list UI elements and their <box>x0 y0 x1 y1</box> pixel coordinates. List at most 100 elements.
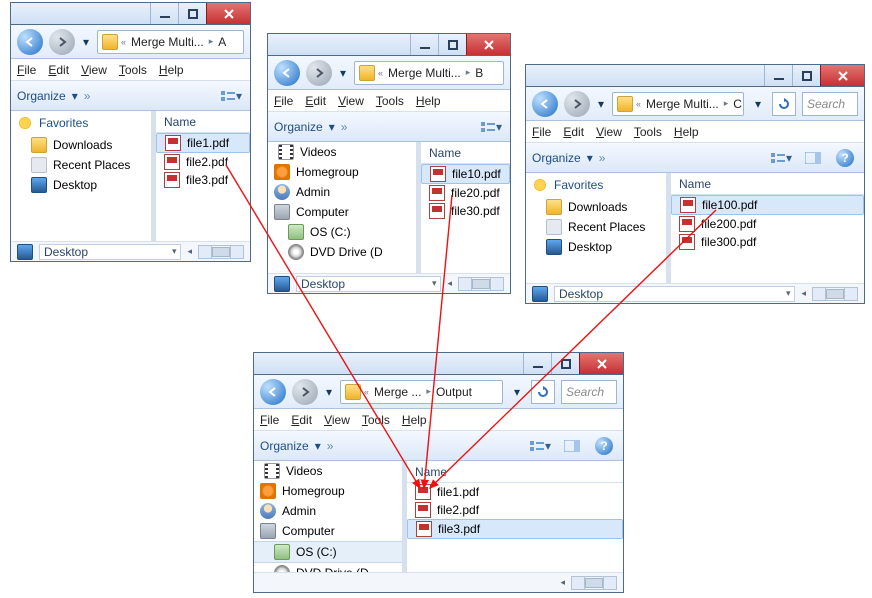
nav-drive[interactable]: OS (C:) <box>296 545 337 559</box>
menu-file[interactable]: File <box>17 63 36 77</box>
nav-history-dropdown[interactable]: ▾ <box>596 97 606 111</box>
location-combo[interactable]: Desktop▾ <box>39 244 181 260</box>
nav-group-favorites[interactable]: Favorites <box>39 116 88 130</box>
hscrollbar[interactable] <box>571 576 617 590</box>
help-button[interactable]: ? <box>591 435 617 457</box>
nav-history-dropdown[interactable]: ▾ <box>338 66 348 80</box>
close-button[interactable] <box>579 353 623 374</box>
file-item[interactable]: file300.pdf <box>671 233 864 251</box>
nav-admin[interactable]: Admin <box>282 504 316 518</box>
search-input[interactable]: Search <box>561 380 617 404</box>
nav-recent[interactable]: Recent Places <box>568 220 645 234</box>
file-item[interactable]: file2.pdf <box>407 501 623 519</box>
breadcrumb[interactable]: A <box>216 35 228 49</box>
nav-desktop[interactable]: Desktop <box>53 178 97 192</box>
nav-computer[interactable]: Computer <box>282 524 335 538</box>
more-commands[interactable]: » <box>327 439 334 453</box>
close-button[interactable] <box>206 3 250 24</box>
column-header-name[interactable]: Name <box>421 142 510 164</box>
refresh-button[interactable] <box>772 92 796 116</box>
more-commands[interactable]: » <box>341 120 348 134</box>
address-bar[interactable]: « Merge ... ▸ Output <box>340 380 503 404</box>
menu-tools[interactable]: Tools <box>119 63 147 77</box>
menu-edit[interactable]: Edit <box>305 94 326 108</box>
nav-back-button[interactable] <box>260 379 286 405</box>
nav-drive[interactable]: OS (C:) <box>310 225 351 239</box>
column-header-name[interactable]: Name <box>671 173 864 195</box>
view-mode-button[interactable]: ▾ <box>218 85 244 107</box>
maximize-button[interactable] <box>551 353 579 374</box>
breadcrumb[interactable]: C <box>731 97 744 111</box>
help-button[interactable]: ? <box>832 147 858 169</box>
nav-computer[interactable]: Computer <box>296 205 349 219</box>
preview-pane-button[interactable] <box>559 435 585 457</box>
minimize-button[interactable] <box>764 65 792 86</box>
preview-pane-button[interactable] <box>800 147 826 169</box>
nav-admin[interactable]: Admin <box>296 185 330 199</box>
menu-file[interactable]: File <box>274 94 293 108</box>
hscrollbar[interactable] <box>198 245 244 259</box>
menu-help[interactable]: Help <box>674 125 699 139</box>
view-mode-button[interactable]: ▾ <box>768 147 794 169</box>
view-mode-button[interactable]: ▾ <box>478 116 504 138</box>
breadcrumb[interactable]: Output <box>434 385 474 399</box>
nav-recent[interactable]: Recent Places <box>53 158 130 172</box>
nav-videos[interactable]: Videos <box>300 145 336 159</box>
maximize-button[interactable] <box>178 3 206 24</box>
more-commands[interactable]: » <box>599 151 606 165</box>
nav-back-button[interactable] <box>532 91 558 117</box>
menu-edit[interactable]: Edit <box>291 413 312 427</box>
menu-tools[interactable]: Tools <box>634 125 662 139</box>
more-commands[interactable]: » <box>84 89 91 103</box>
maximize-button[interactable] <box>438 34 466 55</box>
nav-group-favorites[interactable]: Favorites <box>554 178 603 192</box>
menu-view[interactable]: View <box>596 125 622 139</box>
breadcrumb[interactable]: Merge ... <box>372 385 423 399</box>
menu-tools[interactable]: Tools <box>362 413 390 427</box>
breadcrumb[interactable]: Merge Multi... <box>386 66 463 80</box>
menu-view[interactable]: View <box>81 63 107 77</box>
search-input[interactable]: Search <box>802 92 858 116</box>
titlebar[interactable] <box>254 353 623 375</box>
nav-back-button[interactable] <box>274 60 300 86</box>
breadcrumb[interactable]: Merge Multi... <box>129 35 206 49</box>
titlebar[interactable] <box>268 34 510 56</box>
view-mode-button[interactable]: ▾ <box>527 435 553 457</box>
breadcrumb[interactable]: B <box>473 66 485 80</box>
address-bar[interactable]: « Merge Multi... ▸ A <box>97 30 244 54</box>
address-bar[interactable]: « Merge Multi... ▸ B <box>354 61 504 85</box>
file-item[interactable]: file200.pdf <box>671 215 864 233</box>
nav-homegroup[interactable]: Homegroup <box>296 165 359 179</box>
titlebar[interactable] <box>11 3 250 25</box>
maximize-button[interactable] <box>792 65 820 86</box>
address-dropdown[interactable]: ▾ <box>750 97 766 111</box>
nav-dvd[interactable]: DVD Drive (D <box>310 245 383 259</box>
nav-videos[interactable]: Videos <box>286 464 322 478</box>
menu-view[interactable]: View <box>324 413 350 427</box>
file-item[interactable]: file30.pdf <box>421 202 510 220</box>
nav-homegroup[interactable]: Homegroup <box>282 484 345 498</box>
nav-desktop[interactable]: Desktop <box>568 240 612 254</box>
menu-help[interactable]: Help <box>402 413 427 427</box>
organize-menu[interactable]: Organize <box>17 89 66 103</box>
minimize-button[interactable] <box>410 34 438 55</box>
nav-history-dropdown[interactable]: ▾ <box>81 35 91 49</box>
nav-history-dropdown[interactable]: ▾ <box>324 385 334 399</box>
close-button[interactable] <box>820 65 864 86</box>
menu-file[interactable]: File <box>260 413 279 427</box>
organize-menu[interactable]: Organize <box>532 151 581 165</box>
file-item[interactable]: file1.pdf <box>407 483 623 501</box>
menu-help[interactable]: Help <box>416 94 441 108</box>
file-item[interactable]: file2.pdf <box>156 153 250 171</box>
address-bar[interactable]: « Merge Multi... ▸ C <box>612 92 744 116</box>
menu-edit[interactable]: Edit <box>48 63 69 77</box>
menu-view[interactable]: View <box>338 94 364 108</box>
close-button[interactable] <box>466 34 510 55</box>
location-combo[interactable]: Desktop▾ <box>554 286 795 302</box>
location-combo[interactable]: Desktop▾ <box>296 276 441 292</box>
column-header-name[interactable]: Name <box>407 461 623 483</box>
hscrollbar[interactable] <box>458 277 504 291</box>
nav-back-button[interactable] <box>17 29 43 55</box>
file-item[interactable]: file1.pdf <box>156 133 250 153</box>
file-item[interactable]: file100.pdf <box>671 195 864 215</box>
